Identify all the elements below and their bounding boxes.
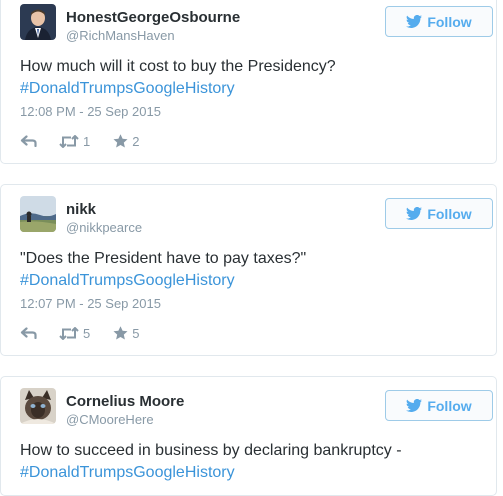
tweet-text: How much will it cost to buy the Preside…: [20, 56, 336, 100]
tweet-body: "Does the President have to pay taxes?": [20, 250, 307, 267]
star-icon: [113, 134, 128, 148]
author-handle[interactable]: @CMooreHere: [66, 412, 154, 427]
follow-button[interactable]: Follow: [385, 390, 493, 421]
avatar[interactable]: [20, 388, 56, 424]
retweet-icon: [59, 134, 79, 148]
tweet-body: How to succeed in business by declaring …: [20, 442, 402, 459]
bird-icon: [406, 399, 423, 412]
reply-icon: [20, 135, 37, 147]
follow-button[interactable]: Follow: [385, 198, 493, 229]
retweet-icon: [59, 326, 79, 340]
author-name[interactable]: Cornelius Moore: [66, 393, 184, 410]
favorite-button[interactable]: 5: [113, 326, 139, 341]
tweet-actions: 5 5: [20, 323, 139, 343]
hashtag-link[interactable]: #DonaldTrumpsGoogleHistory: [20, 462, 402, 484]
hashtag-link[interactable]: #DonaldTrumpsGoogleHistory: [20, 78, 336, 100]
tweet-body: How much will it cost to buy the Preside…: [20, 58, 336, 75]
favorite-count: 5: [132, 325, 140, 341]
timestamp[interactable]: 12:08 PM - 25 Sep 2015: [20, 104, 161, 119]
tweet-card: HonestGeorgeOsbourne @RichMansHaven Foll…: [0, 0, 497, 164]
follow-label: Follow: [427, 397, 472, 414]
follow-button[interactable]: Follow: [385, 6, 493, 37]
tweet-actions: 1 2: [20, 131, 139, 151]
avatar[interactable]: [20, 196, 56, 232]
favorite-button[interactable]: 2: [113, 134, 139, 149]
tweet-card: Cornelius Moore @CMooreHere Follow How t…: [0, 376, 497, 496]
reply-button[interactable]: [20, 327, 37, 339]
bird-icon: [406, 207, 423, 220]
reply-button[interactable]: [20, 135, 37, 147]
avatar[interactable]: [20, 4, 56, 40]
timestamp[interactable]: 12:07 PM - 25 Sep 2015: [20, 296, 161, 311]
hashtag-link[interactable]: #DonaldTrumpsGoogleHistory: [20, 270, 306, 292]
retweet-button[interactable]: 5: [59, 326, 90, 341]
author-handle[interactable]: @nikkpearce: [66, 220, 142, 235]
author-name[interactable]: nikk: [66, 201, 96, 218]
author-name[interactable]: HonestGeorgeOsbourne: [66, 9, 240, 26]
tweet-card: nikk @nikkpearce Follow "Does the Presid…: [0, 184, 497, 356]
follow-label: Follow: [427, 205, 472, 222]
retweet-count: 5: [83, 325, 91, 341]
reply-icon: [20, 327, 37, 339]
author-handle[interactable]: @RichMansHaven: [66, 28, 175, 43]
tweet-text: "Does the President have to pay taxes?" …: [20, 248, 306, 292]
follow-label: Follow: [427, 13, 472, 30]
tweet-text: How to succeed in business by declaring …: [20, 440, 402, 484]
star-icon: [113, 326, 128, 340]
favorite-count: 2: [132, 133, 140, 149]
retweet-count: 1: [83, 133, 91, 149]
retweet-button[interactable]: 1: [59, 134, 90, 149]
bird-icon: [406, 15, 423, 28]
